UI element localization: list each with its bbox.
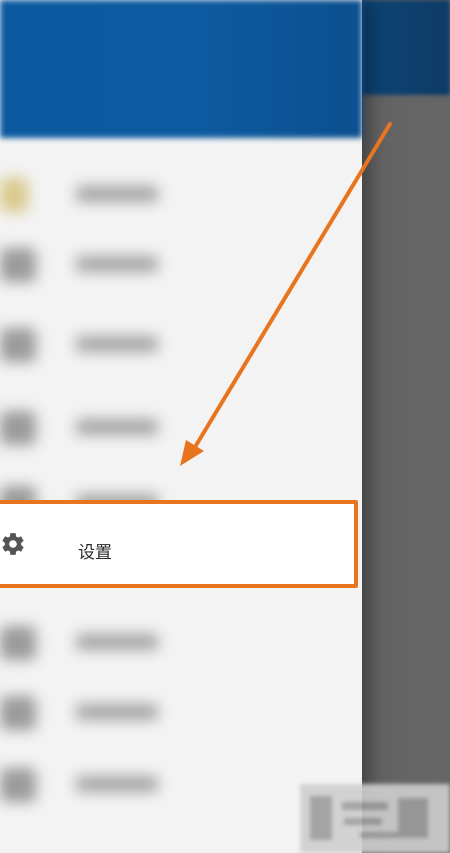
gear-icon: [2, 533, 24, 555]
menu-item-icon: [0, 178, 28, 212]
menu-item-blurred[interactable]: [0, 310, 362, 380]
menu-item-label: [76, 256, 158, 272]
menu-item-blurred[interactable]: [0, 230, 362, 300]
menu-item-blurred[interactable]: [0, 160, 362, 230]
menu-item-label: [76, 186, 158, 202]
menu-item-icon: [0, 328, 36, 362]
menu-item-icon: [0, 696, 36, 730]
menu-item-label: [76, 776, 158, 792]
menu-item-icon: [0, 248, 36, 282]
menu-item-label: [76, 704, 158, 720]
app-screen: 设置: [0, 0, 450, 853]
menu-item-blurred[interactable]: [0, 678, 362, 748]
menu-item-label: [76, 634, 158, 650]
navigation-drawer: 设置: [0, 0, 362, 853]
watermark: [300, 784, 450, 853]
menu-item-icon: [0, 411, 36, 445]
menu-item-icon: [0, 626, 36, 660]
settings-label: 设置: [78, 543, 112, 563]
menu-item-icon: [0, 768, 36, 802]
blurred-menu-list: [0, 138, 362, 853]
menu-item-blurred[interactable]: [0, 608, 362, 678]
settings-menu-item[interactable]: 设置: [0, 500, 358, 588]
menu-item-blurred[interactable]: [0, 393, 362, 463]
drawer-header: [0, 0, 362, 138]
menu-item-label: [76, 419, 158, 435]
menu-item-label: [76, 336, 158, 352]
